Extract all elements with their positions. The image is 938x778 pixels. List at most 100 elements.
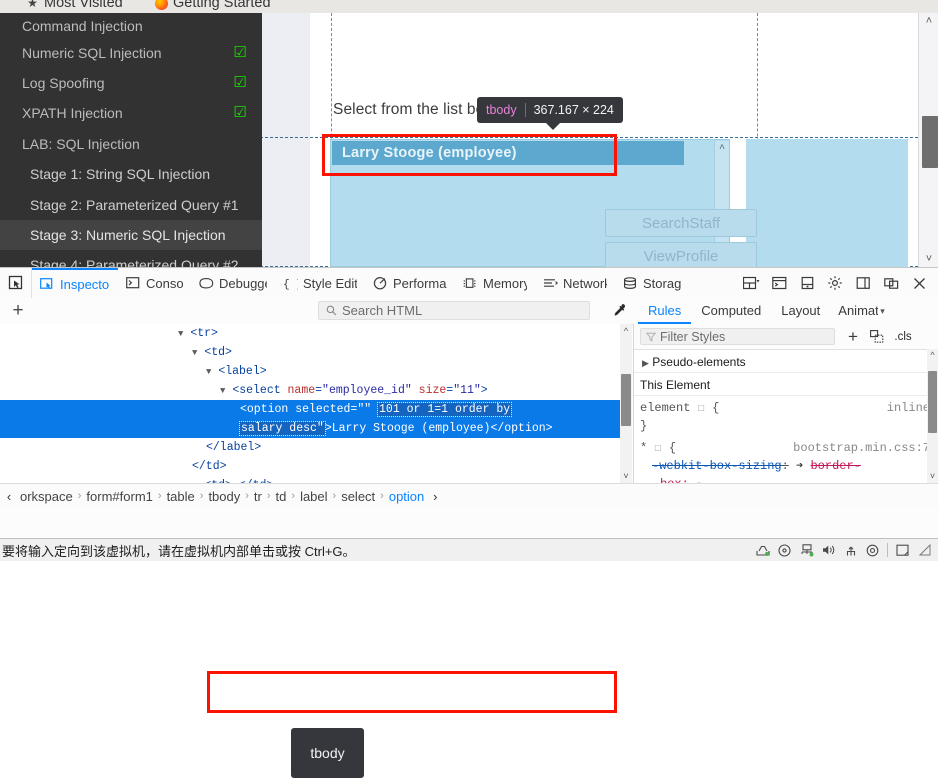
declaration-webkit-box-sizing[interactable]: -webkit-box-sizing: ➔ border- bbox=[634, 457, 938, 475]
breadcrumb-item-option[interactable]: option bbox=[387, 489, 426, 504]
eyedropper-icon[interactable] bbox=[608, 300, 630, 322]
split-console-icon[interactable] bbox=[766, 270, 792, 296]
menu-item-3[interactable]: XPATH Injection ☑ bbox=[0, 98, 262, 128]
declaration-value[interactable]: border- bbox=[810, 459, 860, 473]
markup-row-2[interactable]: ▼ <label> bbox=[0, 362, 632, 381]
cls-toggle-button[interactable]: .cls bbox=[889, 325, 917, 349]
markup-scroll-down-icon[interactable]: ˅ bbox=[620, 469, 632, 483]
menu-item-0[interactable]: Command Injection bbox=[0, 13, 262, 41]
devtools-tab-memory[interactable]: Memory bbox=[455, 268, 535, 298]
breadcrumb-next-button[interactable]: › bbox=[426, 489, 444, 504]
markup-row-5[interactable]: </label> bbox=[0, 438, 632, 457]
vm-display-icon[interactable] bbox=[895, 543, 910, 558]
rules-scrollbar[interactable]: ^ ˅ bbox=[927, 349, 938, 483]
rules-tab-rules[interactable]: Rules bbox=[638, 298, 692, 324]
breadcrumb-prev-button[interactable]: ‹ bbox=[0, 489, 18, 504]
editable-attribute-value[interactable]: 101 or 1=1 order by bbox=[377, 402, 513, 417]
editable-attribute-value-cont[interactable]: salary desc" bbox=[239, 421, 326, 436]
dock-side-icon[interactable] bbox=[850, 270, 876, 296]
rules-scroll-up-icon[interactable]: ^ bbox=[927, 349, 938, 362]
responsive-design-mode-icon[interactable] bbox=[738, 270, 764, 296]
rules-tab-layout[interactable]: Layout bbox=[771, 298, 830, 324]
menu-item-5[interactable]: Stage 1: String SQL Injection bbox=[0, 159, 262, 189]
breadcrumb-item-td[interactable]: td bbox=[274, 489, 289, 504]
markup-scroll-up-icon[interactable]: ^ bbox=[620, 324, 632, 338]
add-node-button[interactable]: + bbox=[6, 299, 30, 323]
vm-harddisk-icon[interactable] bbox=[755, 543, 770, 558]
scroll-up-icon[interactable]: ˄ bbox=[715, 141, 729, 155]
menu-item-8[interactable]: Stage 4: Parameterized Query #2 bbox=[0, 250, 262, 267]
expand-twisty-icon[interactable]: ▼ bbox=[206, 367, 211, 377]
devtools-tab-label: Inspector bbox=[60, 276, 110, 292]
settings-gear-icon[interactable] bbox=[822, 270, 848, 296]
menu-item-6[interactable]: Stage 2: Parameterized Query #1 bbox=[0, 190, 262, 220]
pseudo-elements-row[interactable]: ▶ Pseudo-elements bbox=[634, 351, 938, 373]
expand-twisty-icon[interactable]: ▼ bbox=[192, 348, 197, 358]
devtools-tab-storage[interactable]: Storage bbox=[615, 268, 689, 298]
menu-item-1[interactable]: Numeric SQL Injection ☑ bbox=[0, 38, 262, 68]
breadcrumb-item-form-form1[interactable]: form#form1 bbox=[84, 489, 154, 504]
element-rule-source[interactable]: inline bbox=[887, 399, 930, 417]
vm-sound-icon[interactable] bbox=[821, 543, 836, 558]
markup-row-1[interactable]: ▼ <td> bbox=[0, 343, 632, 362]
markup-scroll-thumb[interactable] bbox=[621, 374, 631, 426]
search-html-placeholder: Search HTML bbox=[342, 303, 423, 318]
rules-tab-computed[interactable]: Computed bbox=[691, 298, 771, 324]
markup-row-0[interactable]: ▼ <tr> bbox=[0, 324, 632, 343]
add-new-rule-button[interactable]: + bbox=[841, 325, 865, 349]
declaration-property[interactable]: -webkit-box-sizing bbox=[652, 459, 782, 473]
breadcrumb-item-tr[interactable]: tr bbox=[252, 489, 264, 504]
vm-cd-icon[interactable] bbox=[777, 543, 792, 558]
breadcrumb-item-label[interactable]: label bbox=[298, 489, 329, 504]
element-rule-selector[interactable]: element bbox=[640, 401, 690, 415]
page-scroll-thumb[interactable] bbox=[922, 116, 938, 168]
menu-item-7[interactable]: Stage 3: Numeric SQL Injection bbox=[0, 220, 262, 250]
devtools-tab-style-editor[interactable]: { } Style Editor bbox=[275, 268, 365, 298]
vm-network-icon[interactable] bbox=[799, 543, 814, 558]
vm-usb-icon[interactable] bbox=[843, 543, 858, 558]
vm-printer-icon[interactable] bbox=[865, 543, 880, 558]
markup-selected-node-line2[interactable]: salary desc">Larry Stooge (employee)</op… bbox=[0, 419, 632, 438]
search-staff-button[interactable]: SearchStaff bbox=[605, 209, 757, 237]
markup-selected-node-line1[interactable]: <option selected="" 101 or 1=1 order by bbox=[0, 400, 632, 419]
markup-row-3[interactable]: ▼ <select name="employee_id" size="11"> bbox=[0, 381, 632, 400]
markup-row-6[interactable]: </td> bbox=[0, 457, 632, 476]
breadcrumb-item-table[interactable]: table bbox=[165, 489, 197, 504]
markup-scrollbar[interactable]: ^ ˅ bbox=[620, 324, 632, 483]
element-picker-icon[interactable] bbox=[0, 268, 32, 298]
rules-scroll-thumb[interactable] bbox=[928, 371, 937, 433]
page-scroll-down-icon[interactable]: ˅ bbox=[919, 251, 938, 267]
bookmark-getting-started[interactable]: Getting Started bbox=[155, 0, 271, 11]
breadcrumb-item-orkspace[interactable]: orkspace bbox=[18, 489, 75, 504]
filter-styles-input[interactable]: Filter Styles bbox=[640, 328, 835, 345]
devtools-tab-console[interactable]: Console bbox=[118, 268, 191, 298]
toggle-pseudo-class-icon[interactable] bbox=[865, 325, 889, 349]
separate-window-icon[interactable] bbox=[878, 270, 904, 296]
expand-twisty-icon[interactable]: ▼ bbox=[220, 386, 225, 396]
breadcrumb-separator: › bbox=[266, 490, 271, 502]
devtools-tab-inspector[interactable]: Inspector bbox=[32, 268, 118, 298]
menu-item-2[interactable]: Log Spoofing ☑ bbox=[0, 68, 262, 98]
rules-tabs-overflow-icon[interactable]: ▾ bbox=[878, 306, 885, 317]
page-scrollbar[interactable]: ˄ ˅ bbox=[918, 13, 938, 267]
rules-tab-animations[interactable]: Animations bbox=[830, 298, 878, 324]
markup-view[interactable]: ▼ <tr> ▼ <td> ▼ <label> ▼ <select name="emp… bbox=[0, 324, 632, 483]
dock-bottom-icon[interactable] bbox=[794, 270, 820, 296]
expand-twisty-icon[interactable]: ▼ bbox=[178, 329, 183, 339]
close-icon[interactable] bbox=[906, 270, 932, 296]
page-scroll-up-icon[interactable]: ˄ bbox=[919, 13, 938, 29]
bookmark-most-visited[interactable]: ★ Most Visited bbox=[26, 0, 123, 11]
breadcrumb-item-tbody[interactable]: tbody bbox=[206, 489, 242, 504]
devtools-tab-network[interactable]: Network bbox=[535, 268, 615, 298]
markup-row-7[interactable]: ▶ <td>…</td> bbox=[0, 476, 632, 483]
rules-scroll-down-icon[interactable]: ˅ bbox=[927, 470, 938, 483]
menu-item-4[interactable]: LAB: SQL Injection bbox=[0, 129, 262, 159]
devtools-tab-debugger[interactable]: Debugger bbox=[191, 268, 275, 298]
breadcrumb-item-select[interactable]: select bbox=[339, 489, 377, 504]
bootstrap-rule-source[interactable]: bootstrap.min.css:7 bbox=[793, 439, 930, 457]
vm-resize-handle[interactable] bbox=[917, 543, 932, 558]
view-profile-button[interactable]: ViewProfile bbox=[605, 242, 757, 267]
search-html-input[interactable]: Search HTML bbox=[318, 301, 590, 320]
devtools-tab-performance[interactable]: Performance bbox=[365, 268, 455, 298]
bootstrap-rule-selector[interactable]: * bbox=[640, 441, 647, 455]
